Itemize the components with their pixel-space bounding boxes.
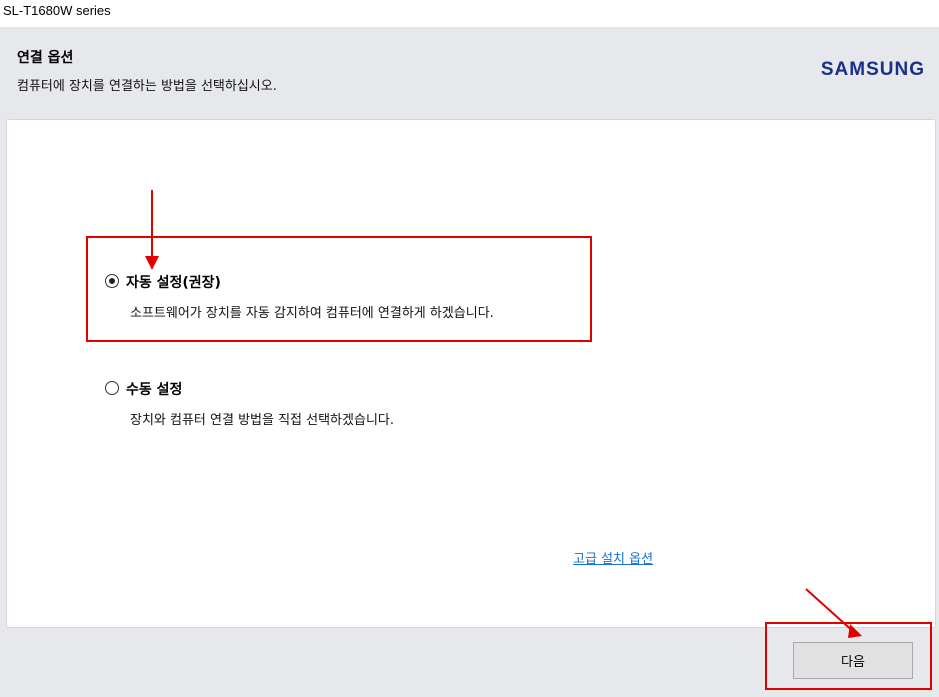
samsung-logo: SAMSUNG (820, 59, 925, 80)
page-subtitle: 컴퓨터에 장치를 연결하는 방법을 선택하십시오. (17, 79, 277, 94)
option-manual-setup-label: 수동 설정 (126, 382, 183, 398)
radio-manual-setup[interactable] (105, 381, 119, 395)
installer-window: 연결 옵션 컴퓨터에 장치를 연결하는 방법을 선택하십시오. SAMSUNG … (0, 27, 939, 697)
page-title: 연결 옵션 (17, 50, 74, 66)
options-panel: 자동 설정(권장) 소프트웨어가 장치를 자동 감지하여 컴퓨터에 연결하게 하… (6, 119, 936, 628)
annotation-box-next-button (765, 622, 932, 690)
title-bar: SL-T1680W series (0, 0, 939, 27)
annotation-box-auto-setup (86, 236, 592, 342)
window-title: SL-T1680W series (3, 3, 111, 18)
advanced-install-options-link[interactable]: 고급 설치 옵션 (573, 548, 653, 567)
option-manual-setup-description: 장치와 컴퓨터 연결 방법을 직접 선택하겠습니다. (130, 413, 394, 428)
